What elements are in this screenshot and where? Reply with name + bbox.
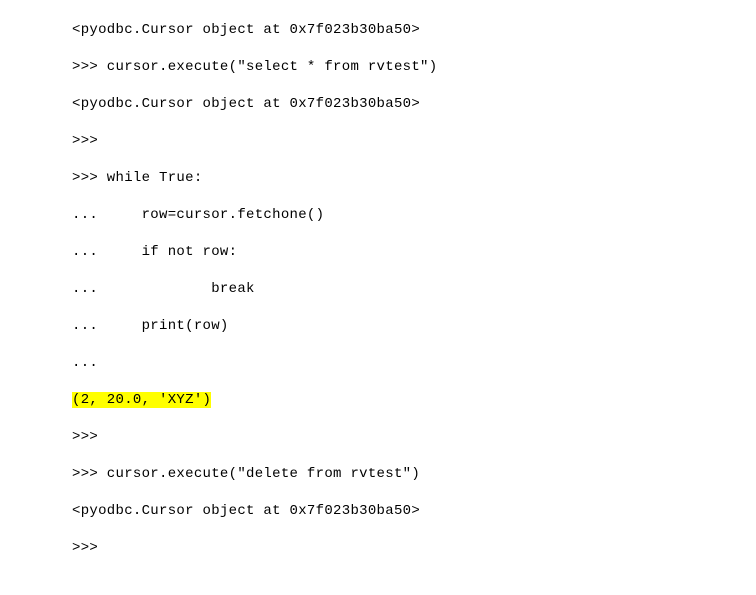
code-line: ... if not row: bbox=[72, 242, 756, 263]
code-line: (2, 20.0, 'XYZ') bbox=[72, 390, 756, 411]
code-line: >>> cursor.execute("delete from rvtest") bbox=[72, 464, 756, 485]
highlighted-output: (2, 20.0, 'XYZ') bbox=[72, 392, 211, 408]
code-line: >>> bbox=[72, 131, 756, 152]
code-line: >>> while True: bbox=[72, 168, 756, 189]
code-line: <pyodbc.Cursor object at 0x7f023b30ba50> bbox=[72, 501, 756, 522]
code-line: ... break bbox=[72, 279, 756, 300]
code-line: <pyodbc.Cursor object at 0x7f023b30ba50> bbox=[72, 94, 756, 115]
code-line: >>> bbox=[72, 538, 756, 559]
code-line: ... print(row) bbox=[72, 316, 756, 337]
code-line: ... bbox=[72, 353, 756, 374]
code-block: <pyodbc.Cursor object at 0x7f023b30ba50>… bbox=[72, 20, 756, 559]
code-line: ... row=cursor.fetchone() bbox=[72, 205, 756, 226]
code-line: <pyodbc.Cursor object at 0x7f023b30ba50> bbox=[72, 20, 756, 41]
code-line: >>> bbox=[72, 427, 756, 448]
code-line: >>> cursor.execute("select * from rvtest… bbox=[72, 57, 756, 78]
